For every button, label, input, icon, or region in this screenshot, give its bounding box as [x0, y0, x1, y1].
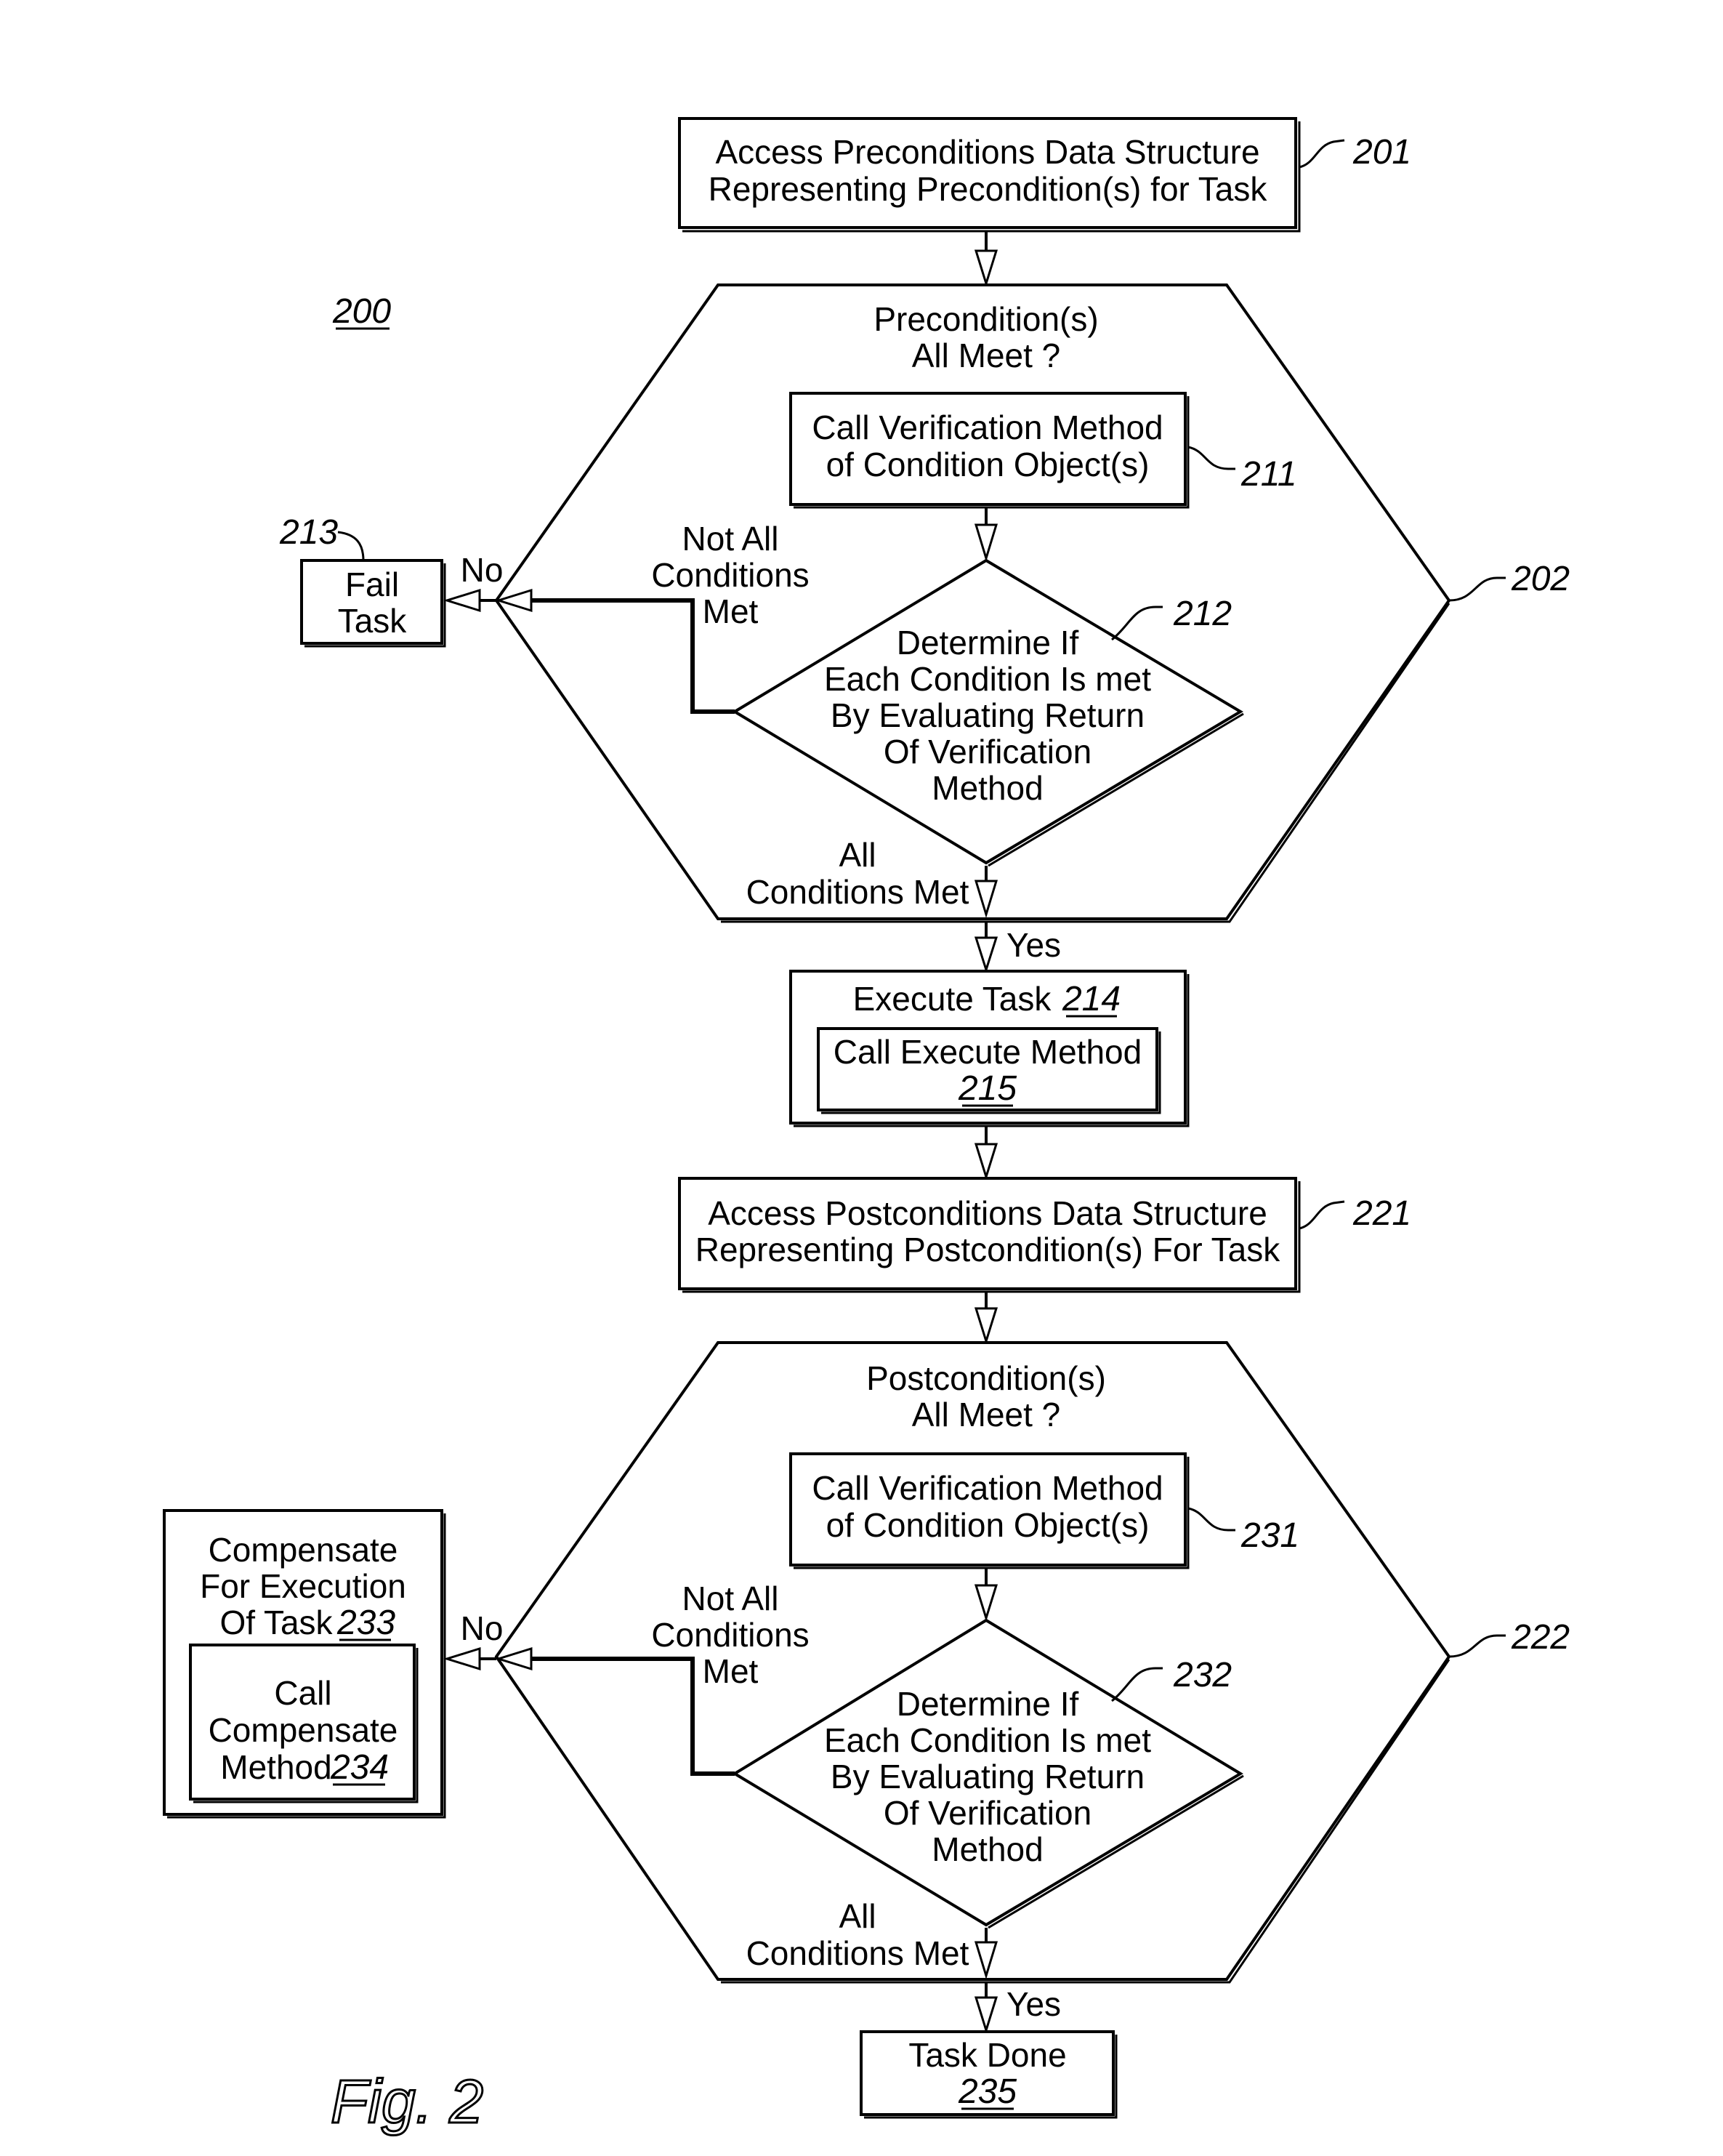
- svg-text:201: 201: [1352, 133, 1411, 172]
- svg-text:of Condition Object(s): of Condition Object(s): [826, 1506, 1150, 1544]
- svg-text:Not All: Not All: [682, 520, 779, 558]
- svg-text:232: 232: [1173, 1656, 1232, 1694]
- svg-text:211: 211: [1240, 455, 1297, 494]
- svg-text:Postcondition(s): Postcondition(s): [866, 1359, 1106, 1397]
- svg-text:Compensate: Compensate: [209, 1531, 398, 1569]
- svg-text:234: 234: [330, 1748, 389, 1787]
- figure-number: 200: [332, 292, 391, 331]
- svg-text:Met: Met: [703, 592, 759, 630]
- svg-text:Method: Method: [220, 1748, 331, 1786]
- svg-text:Representing Postcondition(s): Representing Postcondition(s) For Task: [695, 1231, 1281, 1268]
- svg-text:235: 235: [958, 2072, 1017, 2111]
- call-verification-post-box: Call Verification Method of Condition Ob…: [789, 1452, 1190, 1569]
- svg-text:215: 215: [958, 1069, 1017, 1108]
- svg-text:All: All: [839, 1897, 876, 1935]
- figure-caption: Fig. 2: [331, 2067, 483, 2136]
- svg-text:Of Verification: Of Verification: [884, 1794, 1091, 1832]
- arrow-221-to-222: [974, 1292, 998, 1346]
- call-compensate-box: Call Compensate Method 234: [189, 1644, 419, 1803]
- svg-text:213: 213: [279, 513, 338, 552]
- svg-text:Met: Met: [703, 1652, 759, 1690]
- svg-text:200: 200: [332, 292, 391, 331]
- svg-text:Task: Task: [338, 602, 408, 640]
- svg-text:Compensate: Compensate: [209, 1711, 398, 1749]
- svg-text:Yes: Yes: [1006, 926, 1061, 964]
- svg-text:Call Execute Method: Call Execute Method: [834, 1033, 1142, 1071]
- svg-text:Execute Task: Execute Task: [853, 980, 1052, 1018]
- ref-222: 222: [1448, 1618, 1570, 1658]
- svg-text:Conditions Met: Conditions Met: [746, 1934, 969, 1972]
- svg-text:Call Verification Method: Call Verification Method: [812, 409, 1163, 446]
- call-verification-pre-box: Call Verification Method of Condition Ob…: [789, 392, 1190, 509]
- svg-text:Yes: Yes: [1006, 1985, 1061, 2023]
- svg-text:By Evaluating Return: By Evaluating Return: [831, 696, 1145, 734]
- svg-text:212: 212: [1173, 595, 1232, 633]
- call-execute-box: Call Execute Method 215: [817, 1027, 1161, 1114]
- svg-text:Not All: Not All: [682, 1580, 779, 1617]
- svg-text:Conditions Met: Conditions Met: [746, 873, 969, 911]
- ref-221: 221: [1299, 1194, 1411, 1233]
- svg-text:Method: Method: [932, 1830, 1043, 1868]
- svg-text:Call: Call: [274, 1674, 331, 1712]
- svg-text:Conditions: Conditions: [651, 1616, 809, 1654]
- svg-text:Task Done: Task Done: [908, 2036, 1066, 2074]
- svg-text:By Evaluating Return: By Evaluating Return: [831, 1758, 1145, 1795]
- svg-text:Determine If: Determine If: [897, 1685, 1079, 1723]
- svg-text:221: 221: [1352, 1194, 1411, 1233]
- access-postconditions-box: Access Postconditions Data Structure Rep…: [678, 1177, 1301, 1293]
- ref-213: 213: [279, 513, 365, 561]
- svg-text:Of Verification: Of Verification: [884, 733, 1091, 771]
- svg-text:Fail: Fail: [345, 566, 399, 603]
- svg-text:Of Task: Of Task: [219, 1604, 333, 1641]
- arrow-201-to-202: [974, 231, 998, 288]
- svg-text:Access Preconditions Data Stru: Access Preconditions Data Structure: [715, 133, 1259, 171]
- svg-text:No: No: [461, 551, 504, 589]
- ref-202: 202: [1448, 560, 1570, 602]
- svg-text:All Meet ?: All Meet ?: [912, 337, 1061, 374]
- svg-text:All Meet ?: All Meet ?: [912, 1396, 1061, 1433]
- svg-text:Call Verification Method: Call Verification Method: [812, 1469, 1163, 1507]
- svg-text:222: 222: [1511, 1618, 1570, 1657]
- svg-text:For Execution: For Execution: [200, 1567, 406, 1605]
- access-preconditions-box: Access Preconditions Data Structure Repr…: [678, 117, 1301, 233]
- svg-text:Precondition(s): Precondition(s): [873, 300, 1098, 338]
- svg-text:233: 233: [336, 1604, 395, 1642]
- flowchart: 200 Access Preconditions Data Structure …: [163, 117, 1570, 2137]
- svg-text:All: All: [839, 836, 876, 874]
- svg-text:Determine If: Determine If: [897, 624, 1079, 661]
- svg-text:202: 202: [1511, 560, 1570, 598]
- arrow-214-to-221: [974, 1126, 998, 1181]
- task-done-box: Task Done 235: [860, 2030, 1118, 2119]
- svg-text:231: 231: [1240, 1516, 1299, 1555]
- svg-text:Access Postconditions Data Str: Access Postconditions Data Structure: [708, 1194, 1267, 1232]
- yes-arrow-post: Yes: [974, 1982, 1061, 2035]
- svg-text:Representing Precondition(s) f: Representing Precondition(s) for Task: [709, 170, 1268, 208]
- svg-text:of Condition Object(s): of Condition Object(s): [826, 446, 1150, 483]
- fail-task-box: Fail Task: [300, 559, 446, 648]
- yes-arrow-pre: Yes: [974, 922, 1061, 973]
- ref-201: 201: [1299, 133, 1411, 172]
- svg-text:Conditions: Conditions: [651, 556, 809, 594]
- svg-text:No: No: [461, 1609, 504, 1647]
- svg-text:Each Condition Is met: Each Condition Is met: [824, 1721, 1151, 1759]
- svg-text:Method: Method: [932, 769, 1043, 807]
- svg-text:214: 214: [1062, 980, 1121, 1018]
- svg-text:Each Condition Is met: Each Condition Is met: [824, 660, 1151, 698]
